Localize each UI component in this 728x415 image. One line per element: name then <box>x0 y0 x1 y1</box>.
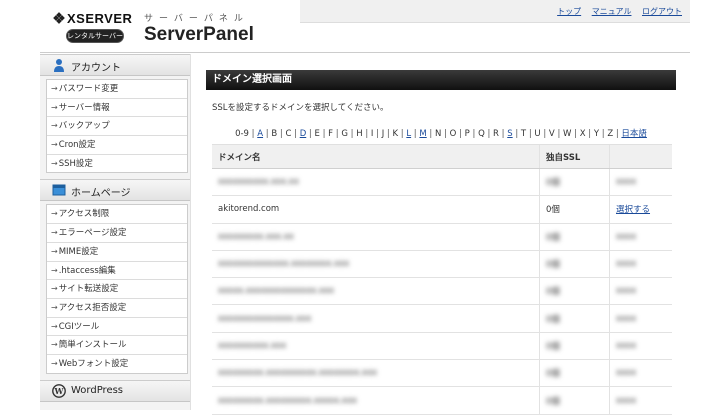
sidebar: アカウント →パスワード変更 →サーバー情報 →バックアップ →Cron設定 →… <box>40 54 191 410</box>
sidebar-item-htaccess[interactable]: →.htaccess編集 <box>47 262 187 281</box>
arrow-right-icon: → <box>51 121 58 131</box>
instruction-text: SSLを設定するドメインを選択してください。 <box>212 103 389 113</box>
arrow-right-icon: → <box>51 302 58 312</box>
arrow-right-icon: → <box>51 140 58 150</box>
table-row-redacted: xxxxxxxxx.xxxxxxxxx.xxxxx.xxx 0個 xxxx <box>212 386 672 415</box>
alphabet-filter-g[interactable]: G <box>341 129 348 139</box>
filter-separator: | <box>306 129 315 139</box>
table-row-redacted: xxxxxxxxxxxxxxx.xxx 0個 xxxx <box>212 304 672 333</box>
arrow-right-icon: → <box>51 358 58 368</box>
wordpress-section-header[interactable]: W WordPress <box>40 379 190 402</box>
xserver-logo-icon <box>53 12 65 24</box>
arrow-right-icon: → <box>51 102 58 112</box>
filter-separator: | <box>373 129 382 139</box>
alphabet-filter-0-9[interactable]: 0-9 <box>235 129 249 139</box>
alphabet-filter-japanese[interactable]: 日本語 <box>621 129 647 139</box>
sidebar-item-web-font[interactable]: →Webフォント設定 <box>47 355 187 373</box>
panel-title: ServerPanel <box>144 24 254 45</box>
homepage-window-icon <box>52 183 66 197</box>
sidebar-item-password[interactable]: →パスワード変更 <box>47 80 187 99</box>
sidebar-item-ssh[interactable]: →SSH設定 <box>47 155 187 173</box>
main-content: ドメイン選択画面 SSLを設定するドメインを選択してください。 0-9 | A … <box>190 54 690 415</box>
account-menu: →パスワード変更 →サーバー情報 →バックアップ →Cron設定 →SSH設定 <box>46 79 188 174</box>
sidebar-item-error-page[interactable]: →エラーページ設定 <box>47 224 187 243</box>
sidebar-item-site-redirect[interactable]: →サイト転送設定 <box>47 280 187 299</box>
column-header-ssl: 独自SSL <box>539 144 610 169</box>
domain-name-cell: akitorend.com <box>212 195 540 224</box>
account-section-title: アカウント <box>71 63 121 74</box>
arrow-right-icon: → <box>51 158 58 168</box>
alphabet-filter-q[interactable]: Q <box>478 129 485 139</box>
header-divider <box>40 52 690 53</box>
homepage-menu: →アクセス制限 →エラーページ設定 →MIME設定 →.htaccess編集 →… <box>46 204 188 374</box>
table-row-redacted: xxxxxxxxx.xxx.xx 0個 xxxx <box>212 223 672 251</box>
column-header-domain: ドメイン名 <box>212 144 540 169</box>
sidebar-item-cgi-tools[interactable]: →CGIツール <box>47 318 187 337</box>
table-row: akitorend.com 0個 選択する <box>212 195 672 224</box>
filter-separator: | <box>554 129 564 139</box>
rental-server-badge: レンタルサーバー <box>66 29 124 43</box>
sidebar-item-access-deny[interactable]: →アクセス拒否設定 <box>47 299 187 318</box>
arrow-right-icon: → <box>51 321 58 331</box>
filter-separator: | <box>456 129 465 139</box>
arrow-right-icon: → <box>51 284 58 294</box>
page-title: ドメイン選択画面 <box>206 70 676 90</box>
filter-separator: | <box>441 129 450 139</box>
filter-separator: | <box>384 129 393 139</box>
filter-separator: | <box>347 129 357 139</box>
sidebar-item-cron[interactable]: →Cron設定 <box>47 136 187 155</box>
filter-separator: | <box>362 129 371 139</box>
filter-separator: | <box>484 129 494 139</box>
table-header-row: ドメイン名 独自SSL <box>212 144 672 169</box>
homepage-section-title: ホームページ <box>71 188 131 200</box>
sidebar-item-easy-install[interactable]: →簡単インストール <box>47 336 187 355</box>
sidebar-item-backup[interactable]: →バックアップ <box>47 117 187 137</box>
filter-separator: | <box>291 129 300 139</box>
logout-link[interactable]: ログアウト <box>642 7 682 16</box>
sidebar-item-mime[interactable]: →MIME設定 <box>47 243 187 262</box>
filter-separator: | <box>248 129 258 139</box>
svg-text:W: W <box>54 386 65 396</box>
filter-separator: | <box>319 129 329 139</box>
table-row-redacted: xxxxxxxxxx.xxx 0個 xxxx <box>212 332 672 361</box>
sidebar-item-access-restriction[interactable]: →アクセス制限 <box>47 205 187 225</box>
wordpress-icon: W <box>52 383 66 398</box>
wordpress-section-title: WordPress <box>71 384 124 396</box>
action-cell: 選択する <box>609 195 672 224</box>
arrow-right-icon: → <box>51 84 58 93</box>
homepage-section-header[interactable]: ホームページ <box>40 179 190 202</box>
account-section-header[interactable]: アカウント <box>40 54 190 76</box>
panel-subtitle: サーバーパネル <box>144 14 249 24</box>
arrow-right-icon: → <box>51 246 58 256</box>
table-row-redacted: xxxxx.xxxxxxxxxxxxxx.xxx 0個 xxxx <box>212 277 672 306</box>
top-link[interactable]: トップ <box>557 7 581 16</box>
logo[interactable]: XSERVER レンタルサーバー サーバーパネル ServerPanel <box>40 6 300 50</box>
arrow-right-icon: → <box>51 209 58 219</box>
table-row-redacted: xxxxxxxxxxxxxx.xxxxxxxx.xxx 0個 xxxx <box>212 250 672 279</box>
filter-separator: | <box>571 129 580 139</box>
arrow-right-icon: → <box>51 228 58 238</box>
table-row-redacted: xxxxxxxxxx.xxx.xx 0個 xxxx <box>212 168 672 197</box>
arrow-right-icon: → <box>51 265 58 275</box>
table-row-redacted: xxxxxxxxx.xxxxxxxxxx.xxxxxxxx.xxx 0個 xxxx <box>212 359 672 388</box>
ssl-count-cell: 0個 <box>539 195 610 224</box>
person-icon <box>52 58 66 72</box>
filter-separator: | <box>498 129 508 139</box>
header: XSERVER レンタルサーバー サーバーパネル ServerPanel トップ… <box>0 0 728 52</box>
domain-table: ドメイン名 独自SSL xxxxxxxxxx.xxx.xx 0個 xxxx akit… <box>212 144 672 415</box>
alphabet-filter: 0-9 | A | B | C | D | E | F | G | H | I … <box>206 127 676 139</box>
filter-separator: | <box>540 129 549 139</box>
alphabet-filter-m[interactable]: M <box>419 129 426 139</box>
filter-separator: | <box>426 129 436 139</box>
filter-separator: | <box>512 129 521 139</box>
top-navigation: トップ マニュアル ログアウト <box>300 0 690 23</box>
filter-separator: | <box>585 129 594 139</box>
column-header-action <box>609 144 672 169</box>
brand-name: XSERVER <box>67 11 133 26</box>
manual-link[interactable]: マニュアル <box>592 7 632 16</box>
filter-separator: | <box>469 129 479 139</box>
sidebar-item-server-info[interactable]: →サーバー情報 <box>47 99 187 118</box>
arrow-right-icon: → <box>51 340 58 350</box>
select-domain-link[interactable]: 選択する <box>616 205 650 215</box>
